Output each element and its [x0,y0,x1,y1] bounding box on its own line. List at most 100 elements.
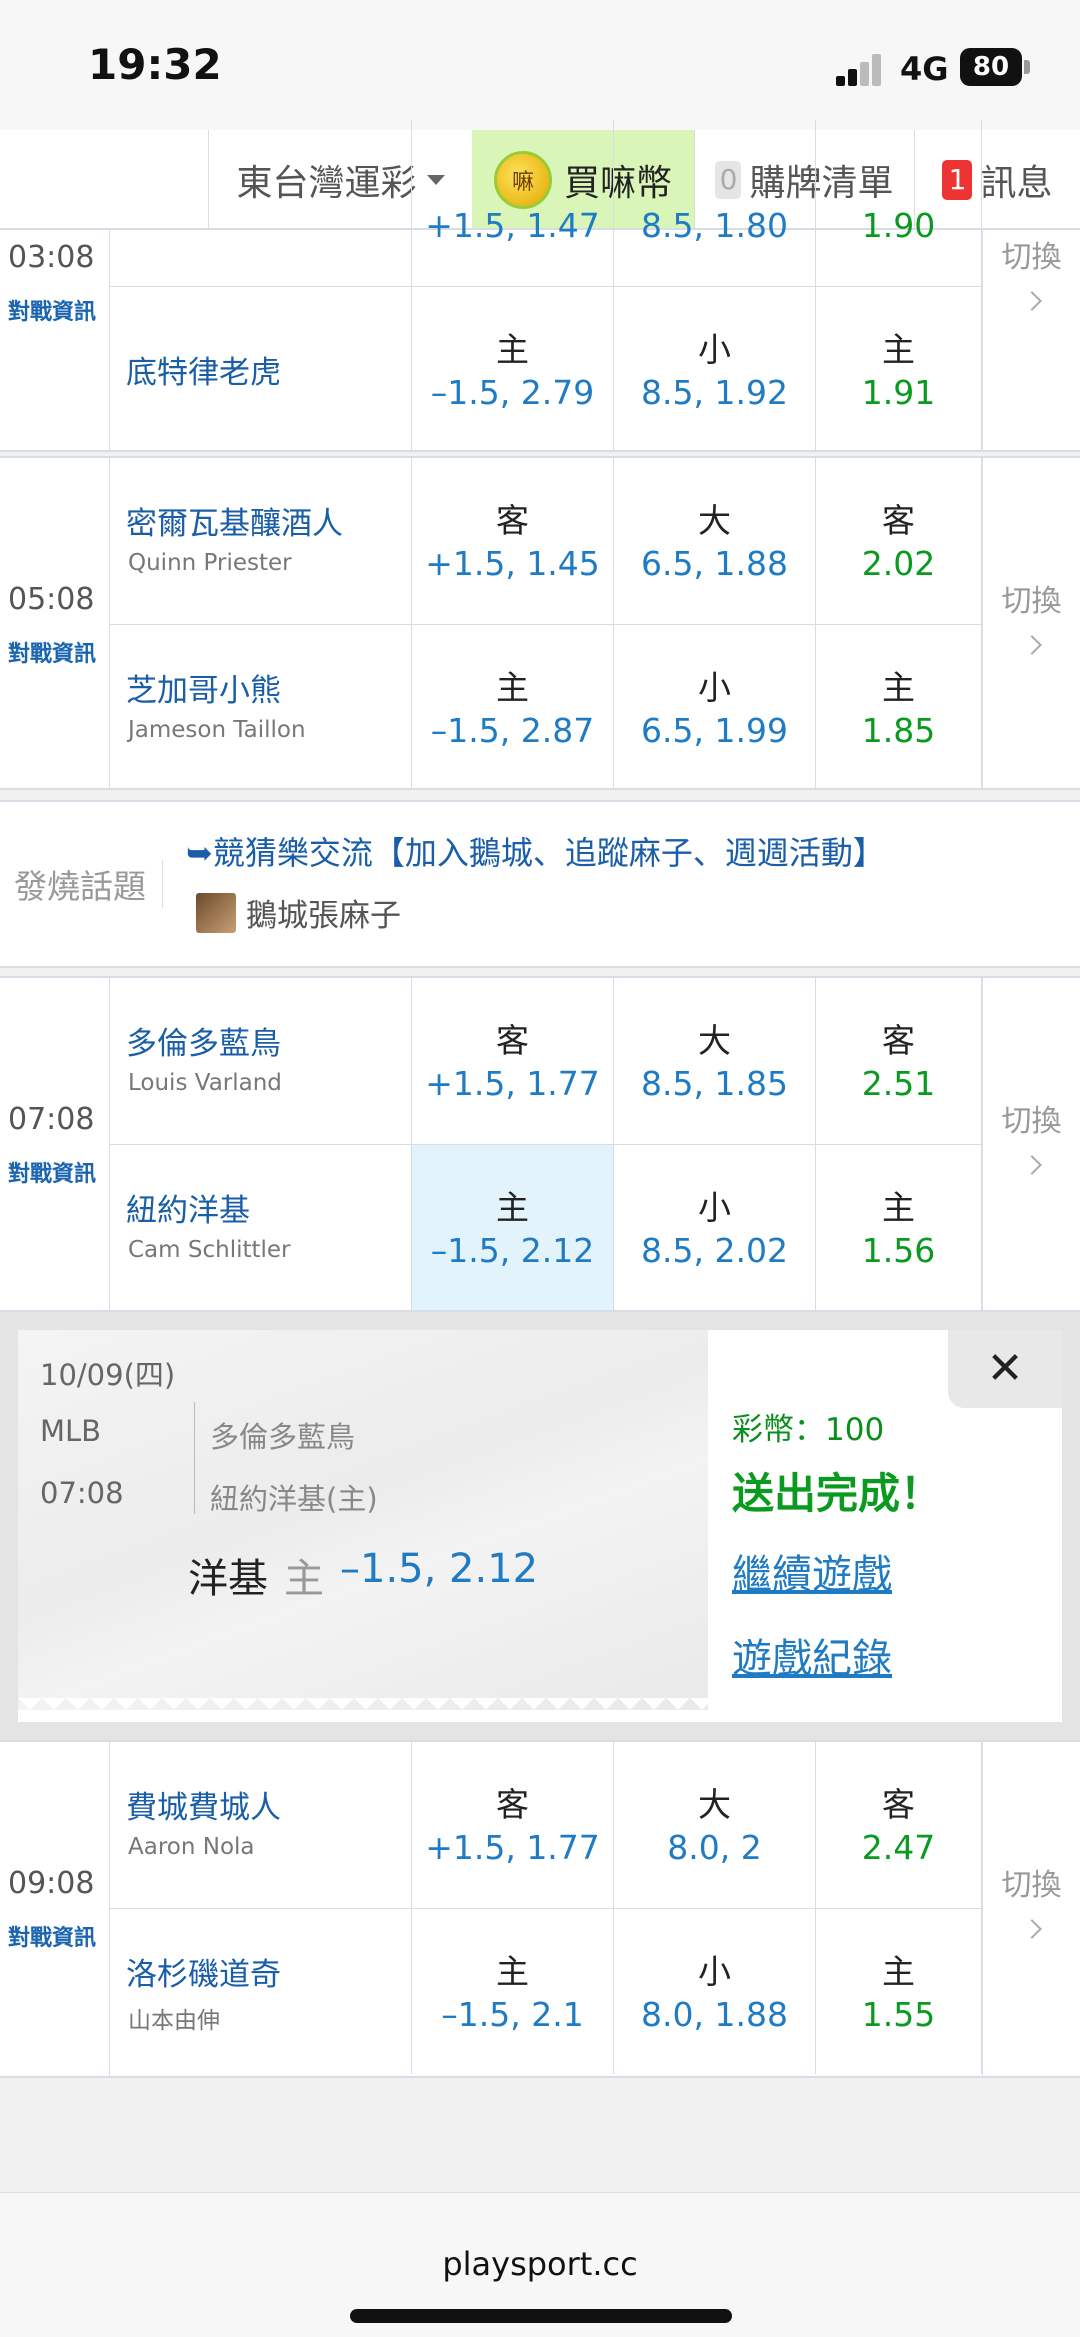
matchup-info-link[interactable]: 對戰資訊 [8,1156,96,1188]
away-row: 多倫多藍鳥 Louis Varland 客 +1.5, 1.77 大 8.5, 1.… [110,978,982,1144]
status-time: 19:32 [88,40,222,89]
chevron-right-icon [1021,1155,1042,1175]
away-moneyline-cell[interactable]: 客 2.51 [816,978,982,1144]
switch-button[interactable]: 切換 [982,1742,1080,2076]
spread-value: –1.5, 2.87 [430,711,595,750]
home-total-cell[interactable]: 小 6.5, 1.99 [614,625,816,790]
ticket-zigzag-edge [18,1698,708,1722]
home-spread-cell[interactable]: 主 –1.5, 2.87 [412,625,614,790]
matchup-info-link[interactable]: 對戰資訊 [8,294,96,326]
battery-tip [1024,60,1030,74]
moneyline-label: 主 [882,1188,915,1227]
home-moneyline-cell[interactable]: 主 1.56 [816,1145,982,1310]
spread-label: 主 [496,668,529,707]
battery-icon: 80 [960,48,1022,86]
home-row: 洛杉磯道奇 山本由伸 主 –1.5, 2.1 小 8.0, 1.88 主 1.55 [110,1908,982,2074]
moneyline-label: 主 [882,668,915,707]
browser-footer: playsport.cc [0,2192,1080,2337]
home-spread-cell[interactable]: 主 –1.5, 2.79 [412,287,614,452]
spread-label: 主 [496,1188,529,1227]
coins-amount: 彩幣：100 [732,1412,885,1448]
confirmation-card: 10/09(四) MLB 07:08 多倫多藍鳥 紐約洋基(主) 洋基 主 –1… [18,1330,1062,1722]
total-value: 8.5, 1.80 [641,206,788,245]
ticket-divider [194,1402,195,1514]
home-total-cell[interactable]: 小 8.5, 2.02 [614,1145,816,1310]
home-total-cell[interactable]: 小 8.5, 1.92 [614,287,816,452]
home-moneyline-cell[interactable]: 主 1.91 [816,287,982,452]
moneyline-value: 2.51 [861,1064,936,1103]
close-icon[interactable]: ✕ [948,1330,1062,1408]
home-team: 芝加哥小熊 Jameson Taillon [110,625,412,790]
pick-team: 洋基 [188,1556,268,1602]
home-total-cell[interactable]: 小 8.0, 1.88 [614,1909,816,2074]
away-total-cell[interactable]: 大 6.5, 1.88 [614,458,816,624]
continue-game-link[interactable]: 繼續遊戲 [732,1542,892,1600]
matchup-info-link[interactable]: 對戰資訊 [8,636,96,668]
away-pitcher: Aaron Nola [128,1834,255,1860]
moneyline-label: 客 [882,1021,915,1060]
away-spread-cell[interactable]: +1.5, 1.47 [412,120,614,286]
away-total-cell[interactable]: 8.5, 1.80 [614,120,816,286]
away-spread-cell[interactable]: 客 +1.5, 1.77 [412,978,614,1144]
spread-value: –1.5, 2.1 [441,1995,584,2034]
bet-confirmation-panel: 10/09(四) MLB 07:08 多倫多藍鳥 紐約洋基(主) 洋基 主 –1… [0,1312,1080,1740]
home-indicator [350,2309,732,2323]
home-team-name[interactable]: 紐約洋基 [126,1185,250,1230]
chevron-right-icon [1021,291,1042,311]
away-team [110,120,412,286]
matchup-info-link[interactable]: 對戰資訊 [8,1920,96,1952]
away-spread-cell[interactable]: 客 +1.5, 1.45 [412,458,614,624]
home-team-name[interactable]: 底特律老虎 [126,347,281,392]
chevron-right-icon [1021,635,1042,655]
away-spread-cell[interactable]: 客 +1.5, 1.77 [412,1742,614,1908]
away-team-name[interactable]: 費城費城人 [126,1782,281,1827]
game-time-column: 07:08 對戰資訊 [0,978,110,1310]
away-moneyline-cell[interactable]: 客 2.02 [816,458,982,624]
topic-author[interactable]: 鵝城張麻子 [196,890,401,935]
home-pitcher: Jameson Taillon [128,717,306,743]
signal-icon [836,52,884,86]
game-records-link[interactable]: 遊戲紀錄 [732,1626,892,1684]
home-moneyline-cell[interactable]: 主 1.85 [816,625,982,790]
home-team-name[interactable]: 芝加哥小熊 [126,665,281,710]
away-total-cell[interactable]: 大 8.5, 1.85 [614,978,816,1144]
game-time: 05:08 [8,582,95,617]
status-bar: 19:32 4G 80 [0,0,1080,130]
away-team-name[interactable]: 密爾瓦基釀酒人 [126,498,343,543]
away-moneyline-cell[interactable]: 客 2.47 [816,1742,982,1908]
home-spread-cell[interactable]: 主 –1.5, 2.1 [412,1909,614,2074]
home-spread-cell-selected[interactable]: 主 –1.5, 2.12 [412,1145,614,1310]
hot-topic-label: 發燒話題 [14,860,163,908]
home-pitcher: 山本由伸 [128,2008,220,2034]
game-time-column: 09:08 對戰資訊 [0,1742,110,2076]
spread-value: –1.5, 2.79 [430,373,595,412]
home-team: 洛杉磯道奇 山本由伸 [110,1909,412,2074]
moneyline-label: 主 [882,1952,915,1991]
moneyline-value: 1.85 [861,711,936,750]
switch-button[interactable]: 切換 [982,978,1080,1310]
away-team: 多倫多藍鳥 Louis Varland [110,978,412,1144]
total-label: 大 [698,501,731,540]
url-bar[interactable]: playsport.cc [0,2245,1080,2283]
game-time: 03:08 [8,240,95,275]
home-team-name[interactable]: 洛杉磯道奇 [126,1949,281,1994]
spread-value: –1.5, 2.12 [430,1231,595,1270]
hot-topic-link[interactable]: ➥競猜樂交流【加入鵝城、追蹤麻子、週週活動】 [186,828,885,874]
home-row: 紐約洋基 Cam Schlittler 主 –1.5, 2.12 小 8.5, 2.… [110,1144,982,1310]
spread-label: 客 [496,501,529,540]
switch-button[interactable]: 切換 [982,458,1080,788]
away-moneyline-cell[interactable]: 1.90 [816,120,982,286]
home-pitcher: Cam Schlittler [128,1237,291,1263]
messages-label: 訊息 [980,163,1053,204]
ticket-date: 10/09(四) [40,1358,176,1392]
away-team-name[interactable]: 多倫多藍鳥 [126,1018,281,1063]
total-value: 8.0, 2 [667,1828,762,1867]
moneyline-label: 客 [882,501,915,540]
moneyline-label: 客 [882,1785,915,1824]
away-total-cell[interactable]: 大 8.0, 2 [614,1742,816,1908]
switch-button[interactable]: 切換 [982,230,1080,450]
ticket-time: 07:08 [40,1476,124,1510]
game-block: 09:08 對戰資訊 費城費城人 Aaron Nola 客 +1.5, 1.77 … [0,1740,1080,2078]
home-team: 紐約洋基 Cam Schlittler [110,1145,412,1310]
home-moneyline-cell[interactable]: 主 1.55 [816,1909,982,2074]
